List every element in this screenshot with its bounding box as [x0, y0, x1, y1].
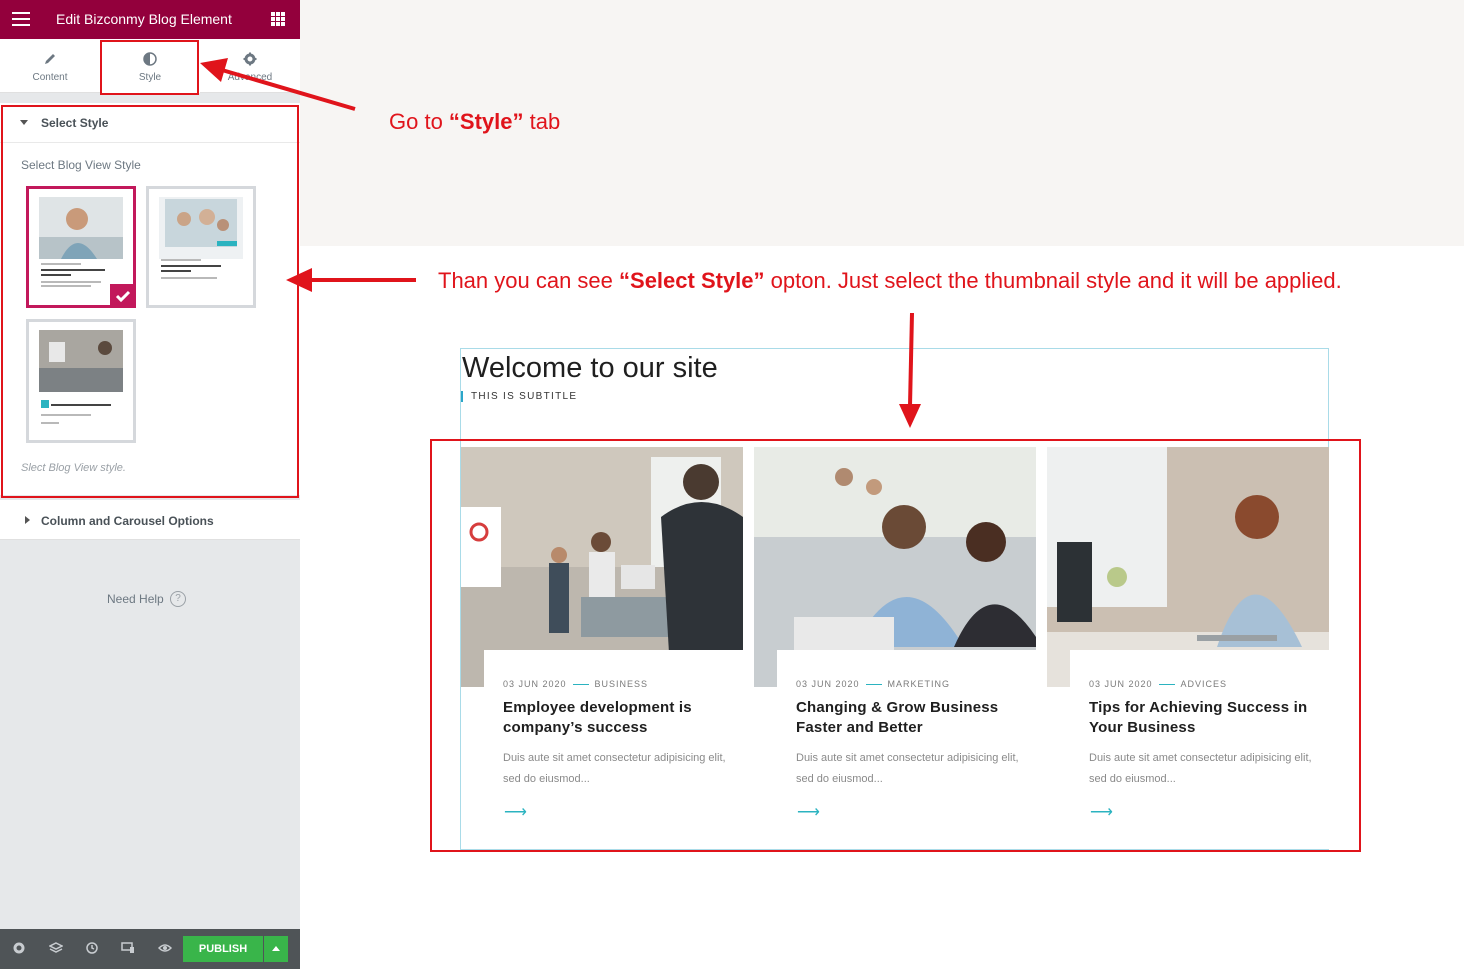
- screenshot: Edit Bizconmy Blog Element Content Style…: [0, 0, 1464, 969]
- annotation-arrows: [200, 58, 921, 428]
